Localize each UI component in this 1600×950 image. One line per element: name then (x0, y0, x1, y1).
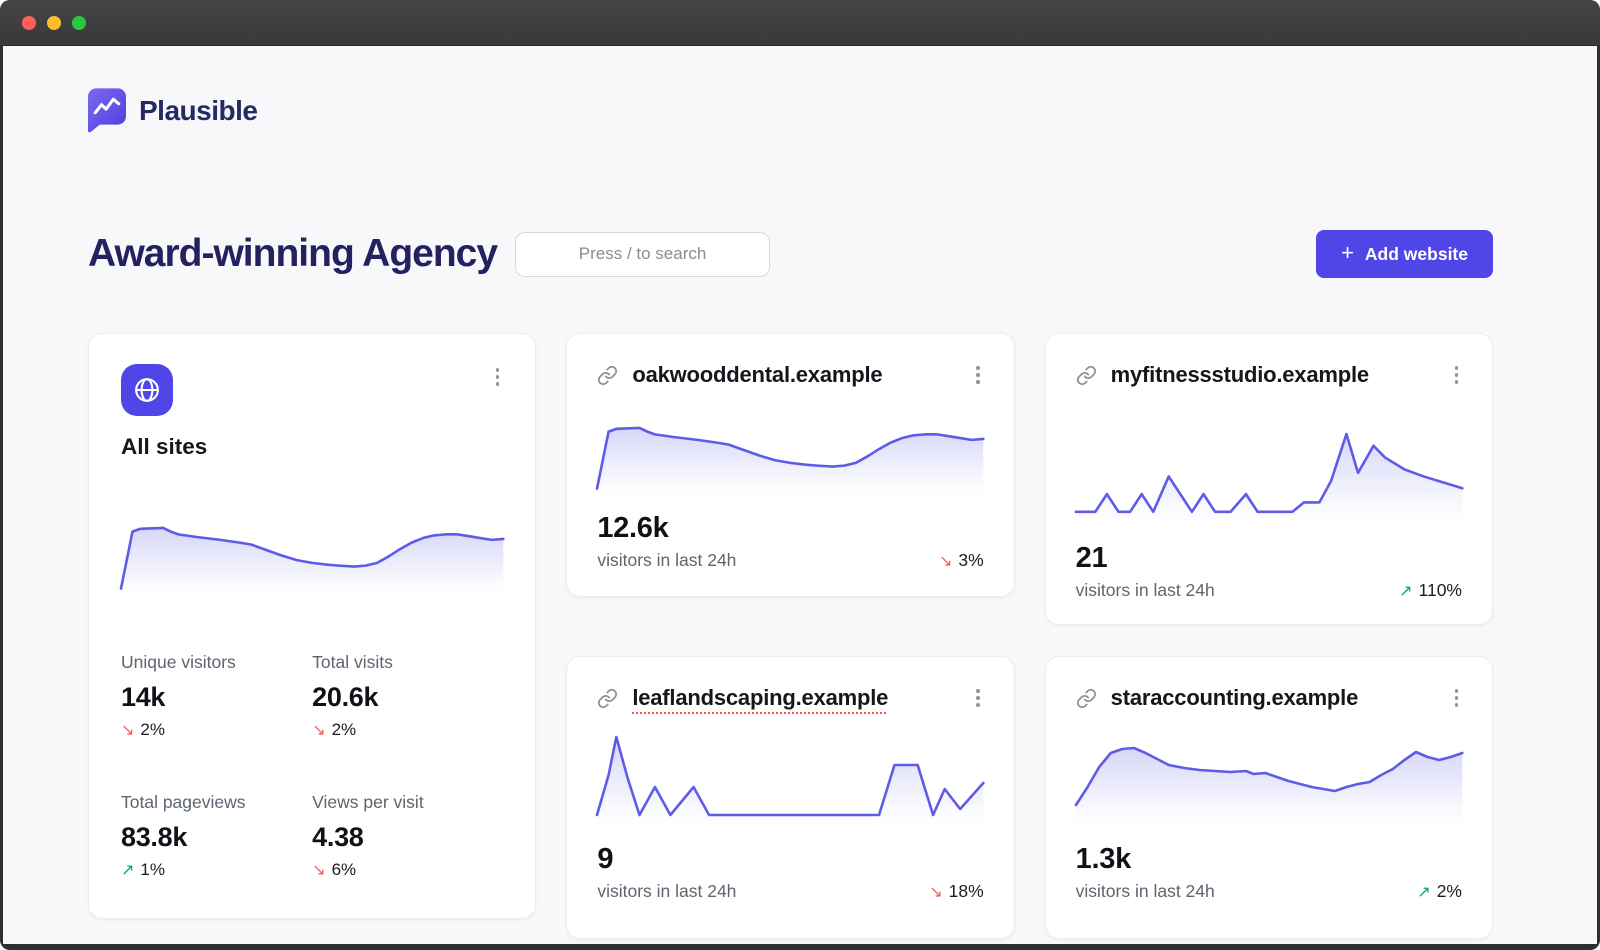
change-badge: ↘ 18% (929, 881, 983, 902)
stat-total-pageviews: Total pageviews 83.8k ↗ 1% (121, 792, 312, 880)
brand-logo: Plausible (88, 88, 1493, 134)
stat-change-badge: ↘ 6% (312, 860, 503, 880)
search-input[interactable] (515, 232, 770, 277)
all-sites-card[interactable]: All sites Unique visitors 14k ↘ 2% (88, 333, 536, 919)
visitors-value: 1.3k (1076, 843, 1462, 876)
change-badge: ↗ 2% (1417, 881, 1462, 902)
site-card-oakwooddental[interactable]: oakwooddental.example 12.6k visitors in … (566, 333, 1014, 597)
change-badge: ↘ 3% (939, 550, 984, 571)
visitors-caption: visitors in last 24h (1076, 580, 1215, 601)
visitors-value: 12.6k (597, 512, 983, 545)
site-kebab-menu[interactable] (1451, 362, 1463, 388)
change-badge: ↗ 110% (1399, 580, 1462, 601)
link-icon (1076, 365, 1097, 386)
link-icon (1076, 688, 1097, 709)
stat-views-per-visit: Views per visit 4.38 ↘ 6% (312, 792, 503, 880)
site-domain: staraccounting.example (1111, 685, 1437, 711)
trend-arrow-icon: ↘ (121, 720, 134, 740)
visitors-caption: visitors in last 24h (597, 550, 736, 571)
link-icon (597, 688, 618, 709)
sites-grid: All sites Unique visitors 14k ↘ 2% (88, 333, 1493, 939)
stat-change-badge: ↘ 2% (121, 720, 312, 740)
all-sites-title: All sites (121, 434, 503, 460)
sparkline-chart (597, 727, 983, 827)
visitors-value: 21 (1076, 542, 1462, 575)
trend-arrow-icon: ↘ (312, 860, 325, 880)
add-website-label: Add website (1365, 244, 1468, 265)
trend-arrow-icon: ↗ (121, 860, 134, 880)
trend-arrow-icon: ↘ (939, 551, 952, 571)
visitors-caption: visitors in last 24h (597, 881, 736, 902)
plus-icon: + (1341, 242, 1354, 264)
trend-arrow-icon: ↘ (312, 720, 325, 740)
minimize-window-button[interactable] (47, 16, 61, 30)
site-kebab-menu[interactable] (972, 362, 984, 388)
site-domain: leaflandscaping.example (632, 685, 958, 711)
globe-icon (133, 376, 161, 404)
link-icon (597, 365, 618, 386)
visitors-value: 9 (597, 843, 983, 876)
sparkline-chart (597, 404, 983, 496)
stat-total-visits: Total visits 20.6k ↘ 2% (312, 652, 503, 740)
sparkline-chart (1076, 727, 1462, 827)
visitors-caption: visitors in last 24h (1076, 881, 1215, 902)
window-titlebar (0, 0, 1600, 46)
trend-arrow-icon: ↗ (1399, 581, 1412, 601)
globe-tile (121, 364, 173, 416)
site-card-leaflandscaping[interactable]: leaflandscaping.example 9 visitors in la… (566, 656, 1014, 939)
brand-name: Plausible (139, 95, 257, 127)
site-card-staraccounting[interactable]: staraccounting.example 1.3k visitors in … (1045, 656, 1493, 939)
main-content: Plausible Award-winning Agency + Add web… (3, 46, 1597, 944)
stat-change-badge: ↘ 2% (312, 720, 503, 740)
site-domain: oakwooddental.example (632, 362, 958, 388)
add-website-button[interactable]: + Add website (1316, 230, 1493, 278)
stat-unique-visitors: Unique visitors 14k ↘ 2% (121, 652, 312, 740)
all-sites-sparkline-chart (121, 504, 503, 596)
site-card-myfitnessstudio[interactable]: myfitnessstudio.example 21 visitors in l… (1045, 333, 1493, 625)
stat-change-badge: ↗ 1% (121, 860, 312, 880)
trend-arrow-icon: ↘ (929, 882, 942, 902)
site-kebab-menu[interactable] (1451, 685, 1463, 711)
all-sites-stats: Unique visitors 14k ↘ 2% Total visits 20… (121, 652, 503, 880)
close-window-button[interactable] (22, 16, 36, 30)
all-sites-kebab-menu[interactable] (492, 364, 504, 390)
site-domain: myfitnessstudio.example (1111, 362, 1437, 388)
trend-arrow-icon: ↗ (1417, 882, 1430, 902)
site-kebab-menu[interactable] (972, 685, 984, 711)
sparkline-chart (1076, 408, 1462, 526)
page-title: Award-winning Agency (88, 232, 497, 276)
plausible-logo-icon (88, 88, 126, 134)
zoom-window-button[interactable] (72, 16, 86, 30)
app-window: Plausible Award-winning Agency + Add web… (0, 0, 1600, 950)
